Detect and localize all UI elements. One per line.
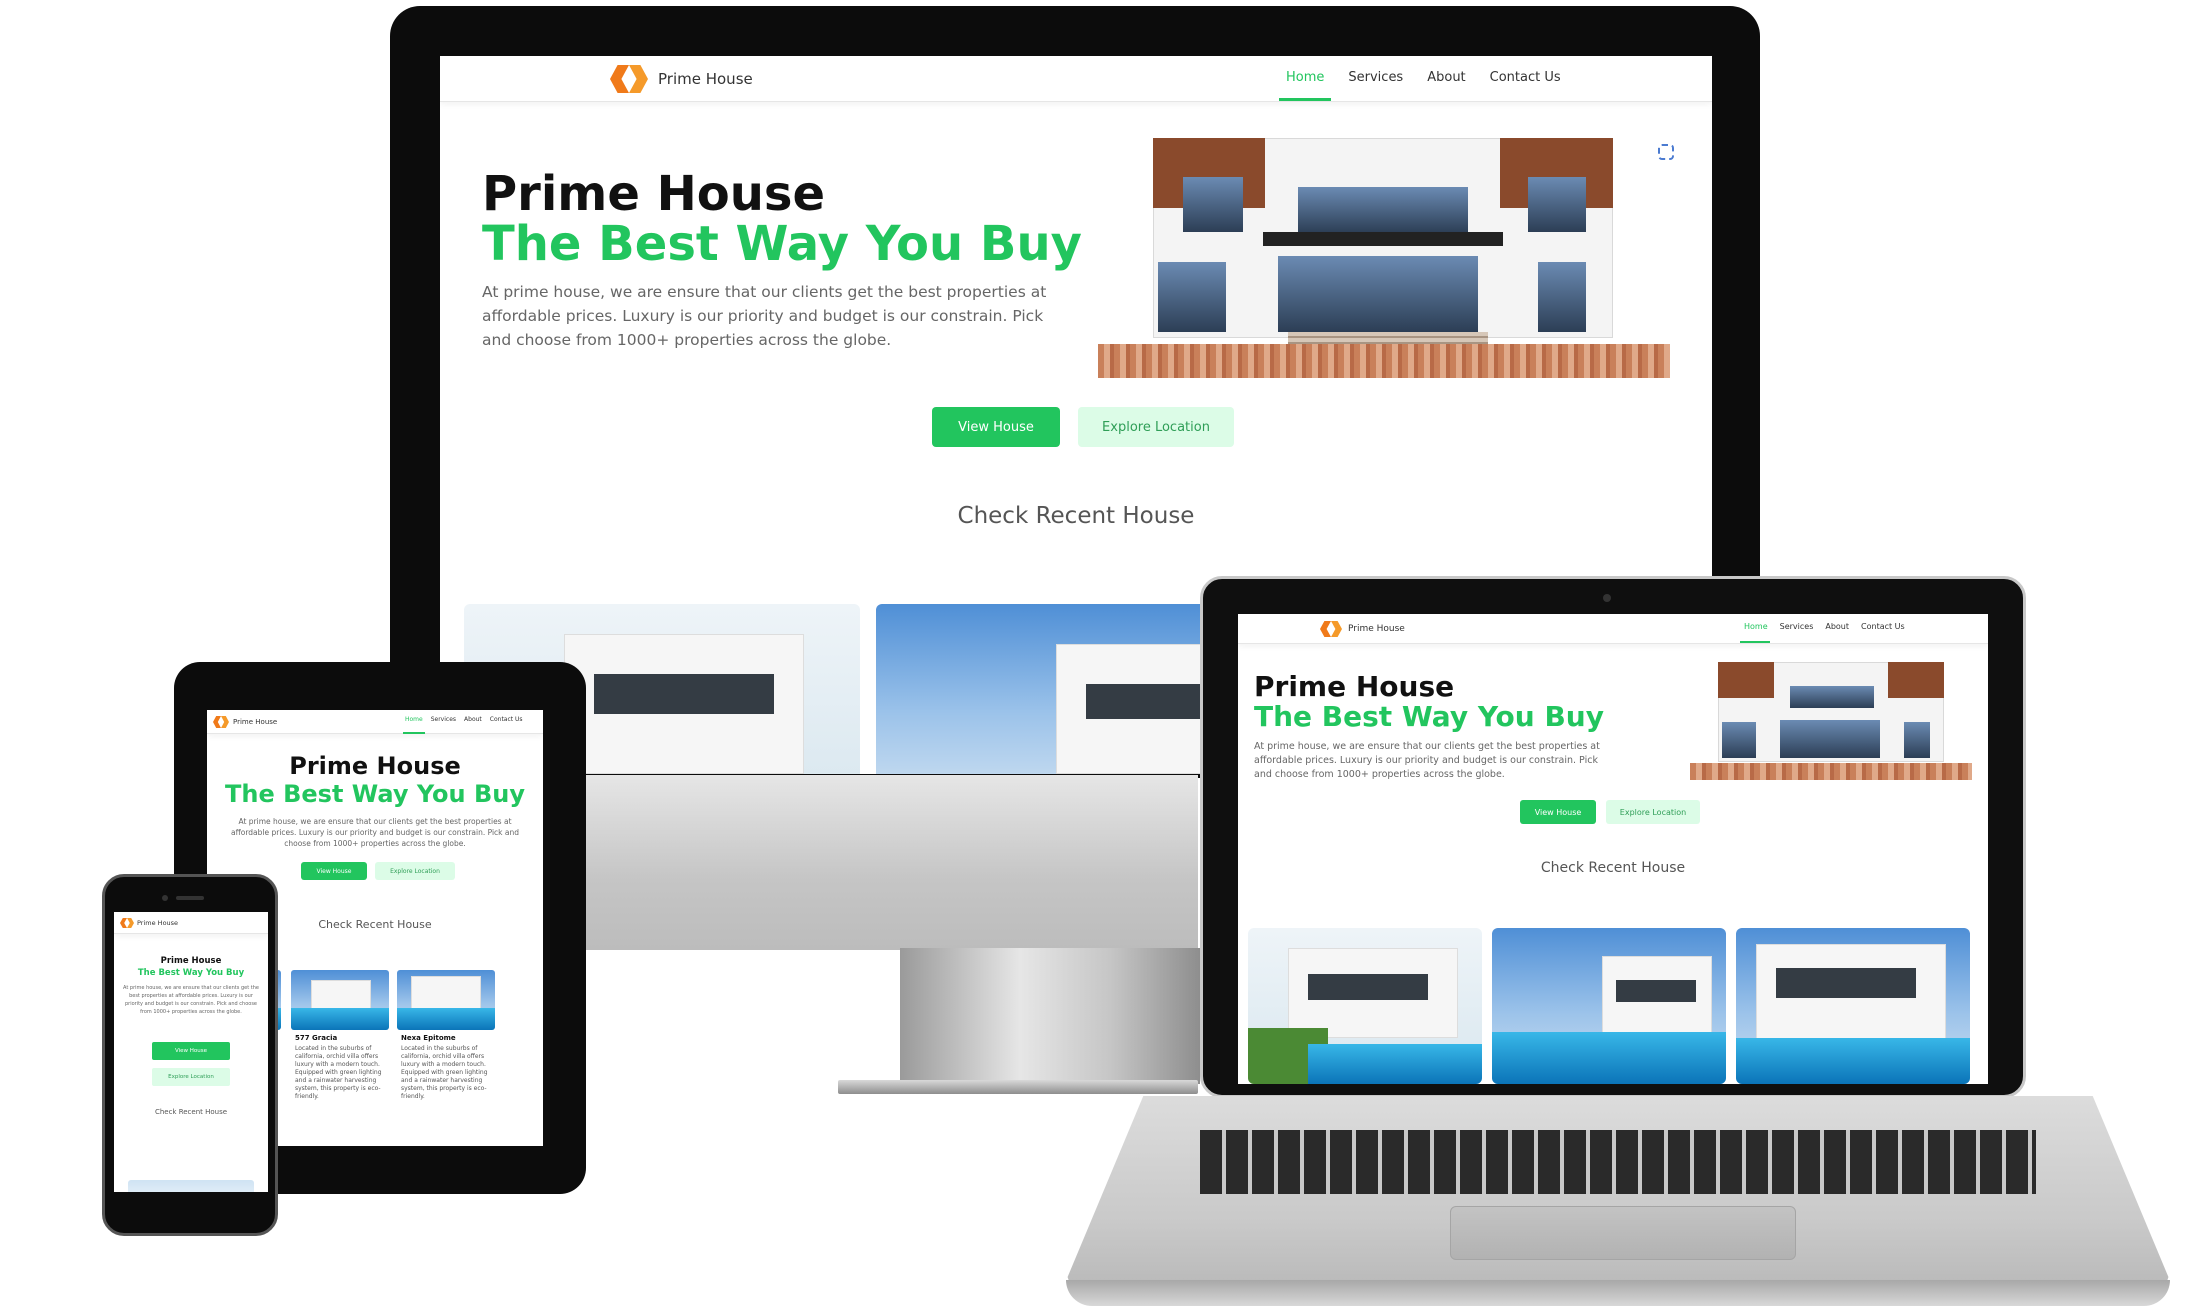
property-card[interactable]: 577 Gracia Located in the suburbs of cal…	[291, 1030, 389, 1146]
brand-name: Prime House	[233, 718, 278, 726]
nav-home[interactable]: Home	[405, 716, 423, 723]
nav-about[interactable]: About	[1427, 70, 1465, 85]
nav-services[interactable]: Services	[431, 716, 456, 723]
monitor-chin	[586, 775, 1198, 950]
explore-location-button[interactable]: Explore Location	[1606, 800, 1700, 824]
navbar: Prime House Home Services About Contact …	[1238, 614, 1988, 644]
nav-contact[interactable]: Contact Us	[1490, 70, 1561, 85]
navbar: Prime House	[114, 912, 268, 934]
brand[interactable]: Prime House	[213, 715, 277, 729]
view-house-button[interactable]: View House	[301, 862, 367, 880]
diamond-logo-icon	[1320, 621, 1342, 637]
property-photo[interactable]	[1492, 928, 1726, 1084]
hero-tagline: The Best Way You Buy	[1254, 700, 1604, 733]
brand-name: Prime House	[137, 919, 179, 927]
property-photo[interactable]	[1736, 928, 1970, 1084]
property-description: Located in the suburbs of california, or…	[295, 1045, 382, 1100]
nav-about[interactable]: About	[464, 716, 482, 723]
focus-frame-icon[interactable]	[1658, 144, 1674, 160]
recent-heading: Check Recent House	[957, 503, 1195, 529]
laptop-keyboard	[1200, 1130, 2036, 1194]
explore-location-button[interactable]: Explore Location	[1078, 407, 1234, 447]
nav-menu: Home Services About Contact Us	[1286, 70, 1561, 85]
hero-tagline: The Best Way You Buy	[137, 968, 245, 978]
hero-house-image	[1098, 132, 1670, 378]
phone-camera	[162, 895, 168, 901]
recent-heading: Check Recent House	[1540, 860, 1686, 876]
laptop-base	[1066, 1096, 2170, 1306]
property-photo[interactable]	[128, 1180, 254, 1192]
phone-screen: Prime House Prime House The Best Way You…	[114, 912, 268, 1192]
nav-contact[interactable]: Contact Us	[1861, 622, 1905, 631]
navbar: Prime House Home Services About Contact …	[207, 710, 543, 734]
nav-about[interactable]: About	[1825, 622, 1849, 631]
property-name: Nexa Epitome	[401, 1034, 456, 1042]
monitor-stand	[900, 948, 1200, 1084]
nav-active-indicator	[1279, 98, 1331, 101]
explore-location-button[interactable]: Explore Location	[152, 1068, 230, 1086]
hero-description: At prime house, we are ensure that our c…	[230, 817, 520, 848]
hero-title: Prime House	[482, 166, 826, 222]
nav-active-indicator	[403, 732, 425, 734]
hero-description: At prime house, we are ensure that our c…	[482, 283, 1047, 349]
hero-title: Prime House	[1254, 670, 1455, 703]
nav-active-indicator	[1740, 641, 1770, 643]
brand[interactable]: Prime House	[120, 917, 178, 929]
view-house-button[interactable]: View House	[932, 407, 1060, 447]
laptop-trackpad	[1450, 1206, 1796, 1260]
nav-services[interactable]: Services	[1780, 622, 1814, 631]
nav-menu: Home Services About Contact Us	[405, 716, 523, 723]
laptop-screen: Prime House Home Services About Contact …	[1238, 614, 1988, 1084]
view-house-button[interactable]: View House	[1520, 800, 1596, 824]
explore-location-button[interactable]: Explore Location	[375, 862, 455, 880]
view-house-button[interactable]: View House	[152, 1042, 230, 1060]
nav-home[interactable]: Home	[1744, 622, 1768, 631]
diamond-logo-icon	[120, 918, 134, 928]
property-photo[interactable]	[291, 970, 389, 1030]
phone-speaker	[176, 896, 204, 900]
diamond-logo-icon	[213, 716, 229, 728]
hero-description: At prime house, we are ensure that our c…	[1254, 741, 1600, 780]
hero-house-image	[1690, 658, 1972, 780]
nav-home[interactable]: Home	[1286, 70, 1324, 85]
property-card[interactable]: Nexa Epitome Located in the suburbs of c…	[397, 1030, 495, 1146]
navbar: Prime House Home Services About Contact …	[440, 56, 1712, 102]
brand-name: Prime House	[1348, 624, 1405, 634]
hero-title: Prime House	[160, 956, 222, 966]
property-photo[interactable]	[1248, 928, 1482, 1084]
laptop-camera	[1603, 594, 1611, 602]
nav-menu: Home Services About Contact Us	[1744, 622, 1905, 631]
brand-name: Prime House	[658, 70, 753, 88]
hero-description: At prime house, we are ensure that our c…	[123, 985, 259, 1015]
brand[interactable]: Prime House	[1320, 620, 1405, 638]
property-photo[interactable]	[397, 970, 495, 1030]
laptop-lip	[1066, 1280, 2170, 1306]
brand[interactable]: Prime House	[610, 64, 753, 94]
recent-heading: Check Recent House	[154, 1108, 228, 1116]
property-name: 577 Gracia	[295, 1034, 338, 1042]
nav-services[interactable]: Services	[1348, 70, 1403, 85]
monitor-foot	[838, 1080, 1198, 1094]
hero-tagline: The Best Way You Buy	[225, 780, 525, 808]
nav-contact[interactable]: Contact Us	[490, 716, 523, 723]
hero-title: Prime House	[289, 752, 461, 780]
diamond-logo-icon	[610, 65, 648, 93]
property-description: Located in the suburbs of california, or…	[401, 1045, 488, 1100]
hero-tagline: The Best Way You Buy	[482, 216, 1082, 272]
device-mockup-stage: Prime House Home Services About Contact …	[0, 0, 2200, 1314]
